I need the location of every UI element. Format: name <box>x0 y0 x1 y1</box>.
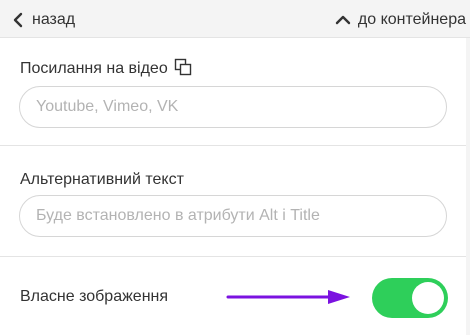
own-image-toggle[interactable] <box>372 278 448 318</box>
video-link-label: Посилання на відео <box>20 60 168 77</box>
video-link-label-row: Посилання на відео <box>20 58 192 78</box>
chevron-left-icon <box>13 12 23 28</box>
back-label: назад <box>32 11 76 28</box>
alt-text-label-row: Альтернативний текст <box>20 171 184 189</box>
to-container-button[interactable]: до контейнера <box>332 9 466 31</box>
own-image-label: Власне зображення <box>20 288 169 305</box>
annotation-arrow-icon <box>226 290 350 304</box>
back-button[interactable]: назад <box>8 9 75 31</box>
own-image-section: Власне зображення <box>0 258 470 335</box>
scrollbar[interactable] <box>466 38 470 335</box>
alt-text-input[interactable] <box>19 195 447 237</box>
toggle-knob <box>412 282 444 314</box>
video-link-input[interactable] <box>19 86 447 128</box>
alt-text-section: Альтернативний текст <box>0 147 470 257</box>
to-container-label: до контейнера <box>357 11 466 28</box>
copy-icon[interactable] <box>174 58 192 76</box>
top-nav-bar: назад до контейнера <box>0 0 470 38</box>
video-link-section: Посилання на відео <box>0 38 470 146</box>
alt-text-label: Альтернативний текст <box>20 171 184 188</box>
chevron-up-icon <box>335 15 351 25</box>
